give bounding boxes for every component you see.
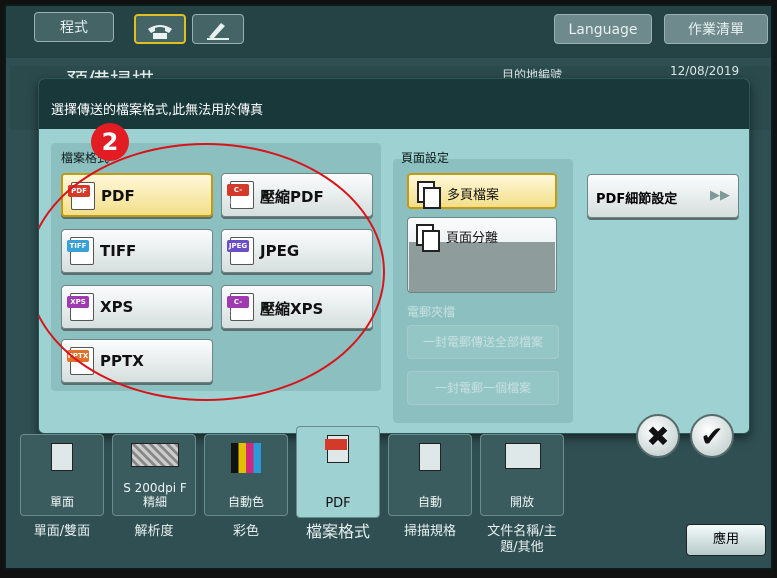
email-one-per-mail-button[interactable]: 一封電郵一個檔案: [407, 371, 559, 405]
pdf-detail-label: PDF細節設定: [596, 192, 678, 207]
page-icon: [51, 443, 73, 471]
pdf-file-icon: [325, 435, 349, 463]
device-screen: 程式 Language 作業清單 預備掃描 目的地編號 12/08/2019 選…: [4, 4, 773, 570]
page-settings-title: 頁面設定: [401, 151, 450, 165]
tile-document-name-value: 開放: [509, 495, 534, 509]
file-format-dialog: 選擇傳送的檔案格式,此無法用於傳真 檔案格式 PDF PDF C-PDF 壓縮P…: [38, 78, 750, 434]
job-list-label: 作業清單: [688, 22, 744, 38]
caption-simplex-duplex: 單面/雙面: [33, 524, 91, 539]
caption-resolution: 解析度: [134, 524, 174, 539]
page-split-icon: [416, 224, 440, 252]
multi-page-label: 多頁檔案: [447, 188, 500, 203]
email-one-per-mail-label: 一封電郵一個檔案: [434, 381, 531, 395]
dialog-title: 選擇傳送的檔案格式,此無法用於傳真: [51, 103, 264, 118]
email-attach-title: 電郵夾檔: [407, 305, 456, 319]
pdf-detail-settings-button[interactable]: PDF細節設定 ▶▶: [587, 174, 739, 218]
tile-resolution-value: S 200dpi F 精細: [123, 481, 187, 509]
caption-file-format: 檔案格式: [305, 522, 370, 541]
cancel-button[interactable]: ✖: [636, 414, 680, 458]
top-bar: 程式 Language 作業清單: [6, 6, 771, 58]
page-split-button[interactable]: 頁面分離: [407, 217, 557, 293]
resolution-icon: [131, 443, 179, 467]
program-button[interactable]: 程式: [34, 12, 114, 42]
pen-icon: [207, 23, 229, 40]
annotation-ellipse: [39, 143, 385, 401]
caption-scan-size: 掃描規格: [403, 524, 456, 539]
phone-icon-button[interactable]: [134, 14, 186, 44]
tile-file-format[interactable]: PDF: [296, 426, 380, 518]
page-split-label: 頁面分離: [446, 231, 499, 246]
phone-icon: [148, 25, 172, 39]
envelope-icon: [505, 443, 541, 469]
ok-button[interactable]: ✔: [690, 414, 734, 458]
tile-color-value: 自動色: [227, 495, 264, 509]
tile-file-format-value: PDF: [325, 496, 351, 511]
tile-resolution[interactable]: S 200dpi F 精細: [112, 434, 196, 516]
dialog-header: 選擇傳送的檔案格式,此無法用於傳真: [39, 79, 749, 129]
tile-scan-size-value: 自動: [417, 495, 442, 509]
tile-simplex-value: 單面: [49, 495, 74, 509]
multi-page-button[interactable]: 多頁檔案: [407, 173, 557, 209]
tile-color[interactable]: 自動色: [204, 434, 288, 516]
pen-icon-button[interactable]: [192, 14, 244, 44]
language-label: Language: [568, 22, 638, 38]
email-all-in-one-button[interactable]: 一封電郵傳送全部檔案: [407, 325, 559, 359]
tile-simplex-duplex[interactable]: 單面: [20, 434, 104, 516]
email-all-in-one-label: 一封電郵傳送全部檔案: [422, 335, 543, 349]
job-list-button[interactable]: 作業清單: [664, 14, 768, 44]
annotation-number-badge: 2: [91, 123, 129, 161]
caption-color: 彩色: [232, 524, 259, 539]
checkmark-icon: ✔: [700, 420, 724, 453]
color-icon: [231, 443, 261, 473]
close-icon: ✖: [646, 420, 670, 453]
apply-label: 應用: [712, 532, 739, 547]
multi-page-icon: [417, 181, 441, 209]
double-chevron-right-icon: ▶▶: [710, 188, 730, 203]
tile-document-name[interactable]: 開放: [480, 434, 564, 516]
date-label: 12/08/2019: [670, 64, 740, 78]
apply-button[interactable]: 應用: [686, 524, 766, 556]
tile-scan-size[interactable]: 自動: [388, 434, 472, 516]
language-button[interactable]: Language: [554, 14, 652, 44]
caption-document-name: 文件名稱/主題/其他: [487, 524, 557, 555]
program-label: 程式: [60, 20, 88, 36]
page-icon: [419, 443, 441, 471]
